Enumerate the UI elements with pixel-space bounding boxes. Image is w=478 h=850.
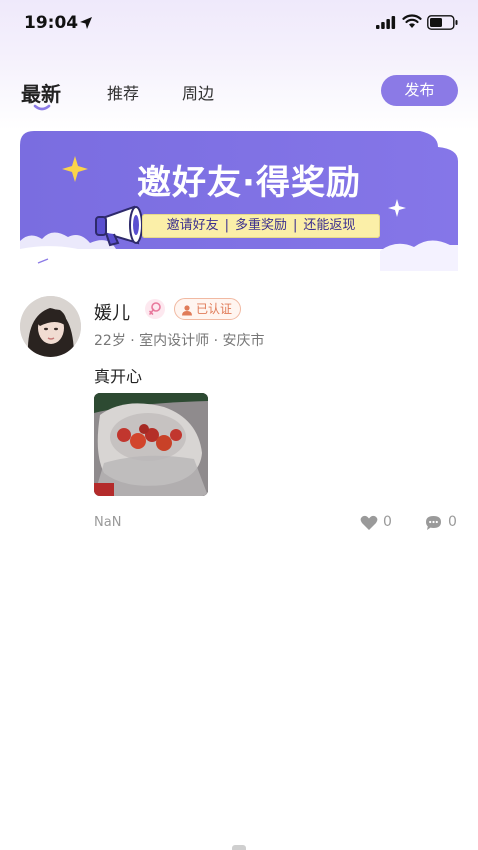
location-arrow-icon bbox=[80, 17, 92, 29]
active-tab-indicator bbox=[33, 104, 51, 111]
post-image[interactable] bbox=[94, 393, 208, 496]
like-count: 0 bbox=[383, 514, 392, 530]
female-icon bbox=[145, 299, 165, 319]
cellular-signal-icon bbox=[376, 16, 396, 29]
tab-recommended[interactable]: 推荐 bbox=[107, 80, 139, 104]
verified-badge: 已认证 bbox=[174, 298, 242, 320]
tab-nearby[interactable]: 周边 bbox=[182, 80, 214, 104]
heart-icon[interactable] bbox=[360, 515, 378, 531]
username[interactable]: 媛儿 bbox=[94, 299, 130, 325]
status-time: 19:04 bbox=[24, 13, 79, 33]
banner-strip-item: 邀请好友 bbox=[166, 218, 219, 233]
banner-strip-item: 多重奖励 bbox=[234, 218, 287, 233]
home-indicator bbox=[232, 845, 246, 850]
publish-button[interactable]: 发布 bbox=[381, 75, 458, 106]
battery-icon bbox=[427, 15, 458, 30]
user-meta: 22岁 · 室内设计师 · 安庆市 bbox=[94, 333, 265, 349]
banner-strip: 邀请好友 | 多重奖励 | 还能返现 bbox=[142, 214, 380, 238]
status-bar: 19:04 bbox=[0, 0, 478, 46]
invite-friends-banner[interactable]: 邀好友·得奖励 邀请好友 | 多重奖励 | 还能返现 bbox=[20, 131, 458, 271]
wifi-icon bbox=[402, 14, 422, 28]
avatar[interactable] bbox=[20, 296, 81, 357]
comment-count: 0 bbox=[448, 514, 457, 530]
banner-title: 邀好友·得奖励 bbox=[137, 163, 361, 203]
banner-strip-item: 还能返现 bbox=[303, 218, 356, 233]
verified-user-icon bbox=[182, 304, 192, 315]
comment-icon[interactable] bbox=[425, 515, 442, 531]
post-date: NaN bbox=[94, 515, 122, 530]
post-text: 真开心 bbox=[94, 367, 143, 386]
tab-latest[interactable]: 最新 bbox=[21, 78, 61, 107]
verified-label: 已认证 bbox=[196, 302, 233, 316]
